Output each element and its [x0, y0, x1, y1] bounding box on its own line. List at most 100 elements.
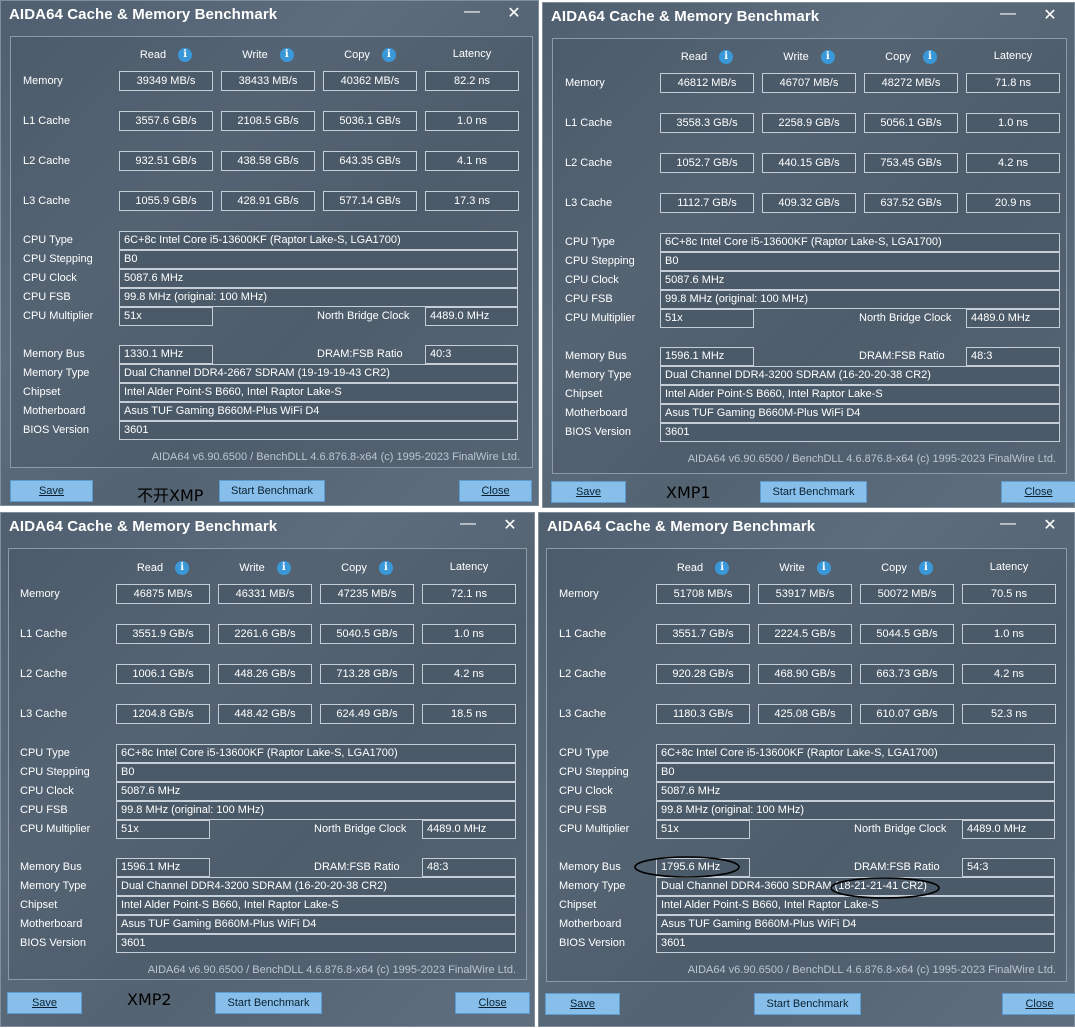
bios-version-value: 3601: [116, 934, 516, 953]
row-label-chipset: Chipset: [20, 899, 58, 911]
row-label-l1: L1 Cache: [23, 115, 71, 127]
info-icon[interactable]: i: [381, 48, 396, 62]
row-label-dram-fsb-ratio: DRAM:FSB Ratio: [314, 861, 400, 873]
copyright-footer: AIDA64 v6.90.6500 / BenchDLL 4.6.876.8-x…: [147, 964, 516, 976]
info-icon[interactable]: i: [918, 561, 933, 575]
save-button[interactable]: Save: [10, 480, 93, 502]
memory-bus-value: 1795.6 MHz: [656, 858, 750, 877]
close-icon[interactable]: ✕: [1036, 5, 1064, 27]
info-icon[interactable]: i: [719, 50, 734, 64]
dram-fsb-ratio-value: 54:3: [962, 858, 1055, 877]
row-label-bios-version: BIOS Version: [565, 426, 632, 438]
row-label-l1: L1 Cache: [559, 628, 607, 640]
memory-latency-value: 70.5 ns: [962, 584, 1056, 604]
l2-copy-value: 713.28 GB/s: [320, 664, 414, 684]
l2-latency-value: 4.1 ns: [425, 151, 519, 171]
start-benchmark-button[interactable]: Start Benchmark: [219, 480, 325, 502]
column-header-latency: Latency: [962, 561, 1056, 573]
l2-latency-value: 4.2 ns: [422, 664, 516, 684]
config-annotation: 不开XMP: [137, 486, 204, 505]
minimize-icon[interactable]: —: [458, 3, 486, 25]
close-button[interactable]: Close: [459, 480, 532, 502]
cpu-clock-value: 5087.6 MHz: [116, 782, 516, 801]
memory-read-value: 39349 MB/s: [119, 71, 213, 91]
l2-write-value: 438.58 GB/s: [221, 151, 315, 171]
row-label-dram-fsb-ratio: DRAM:FSB Ratio: [859, 350, 945, 362]
l2-read-value: 932.51 GB/s: [119, 151, 213, 171]
save-button[interactable]: Save: [545, 993, 620, 1015]
l3-read-value: 1112.7 GB/s: [660, 193, 754, 213]
row-label-cpu-stepping: CPU Stepping: [23, 253, 93, 265]
start-benchmark-button[interactable]: Start Benchmark: [760, 481, 867, 503]
row-label-cpu-type: CPU Type: [559, 747, 609, 759]
row-label-cpu-stepping: CPU Stepping: [565, 255, 635, 267]
row-label-cpu-type: CPU Type: [565, 236, 615, 248]
bios-version-value: 3601: [656, 934, 1055, 953]
north-bridge-clock-value: 4489.0 MHz: [962, 820, 1055, 839]
copyright-footer: AIDA64 v6.90.6500 / BenchDLL 4.6.876.8-x…: [151, 451, 520, 463]
close-button[interactable]: Close: [455, 992, 530, 1014]
save-button[interactable]: Save: [551, 481, 626, 503]
row-label-memory-bus: Memory Bus: [559, 861, 621, 873]
close-button[interactable]: Close: [1002, 993, 1075, 1015]
info-icon[interactable]: i: [922, 50, 937, 64]
close-icon[interactable]: ✕: [496, 515, 524, 537]
row-label-cpu-type: CPU Type: [20, 747, 70, 759]
info-icon[interactable]: i: [378, 561, 393, 575]
info-icon[interactable]: i: [175, 561, 190, 575]
cpu-stepping-value: B0: [116, 763, 516, 782]
info-icon[interactable]: i: [276, 561, 291, 575]
memory-latency-value: 82.2 ns: [425, 71, 519, 91]
l1-write-value: 2261.6 GB/s: [218, 624, 312, 644]
row-label-l2: L2 Cache: [20, 668, 68, 680]
column-header-read: Read i: [656, 561, 750, 575]
north-bridge-clock-value: 4489.0 MHz: [966, 309, 1060, 328]
row-label-memory-bus: Memory Bus: [565, 350, 627, 362]
cpu-fsb-value: 99.8 MHz (original: 100 MHz): [119, 288, 518, 307]
info-icon[interactable]: i: [279, 48, 294, 62]
info-icon[interactable]: i: [820, 50, 835, 64]
info-icon[interactable]: i: [178, 48, 193, 62]
cpu-clock-value: 5087.6 MHz: [660, 271, 1060, 290]
close-button[interactable]: Close: [1001, 481, 1075, 503]
l3-read-value: 1204.8 GB/s: [116, 704, 210, 724]
column-header-write: Write i: [221, 48, 315, 62]
benchmark-window: AIDA64 Cache & Memory Benchmark — ✕ Read i Wr…: [0, 0, 539, 506]
chipset-value: Intel Alder Point-S B660, Intel Raptor L…: [660, 385, 1060, 404]
motherboard-value: Asus TUF Gaming B660M-Plus WiFi D4: [116, 915, 516, 934]
start-benchmark-button[interactable]: Start Benchmark: [215, 992, 322, 1014]
memory-write-value: 38433 MB/s: [221, 71, 315, 91]
l2-latency-value: 4.2 ns: [962, 664, 1056, 684]
l3-read-value: 1180.3 GB/s: [656, 704, 750, 724]
minimize-icon[interactable]: —: [994, 5, 1022, 27]
l1-latency-value: 1.0 ns: [422, 624, 516, 644]
memory-write-value: 46707 MB/s: [762, 73, 856, 93]
info-icon[interactable]: i: [816, 561, 831, 575]
minimize-icon[interactable]: —: [994, 515, 1022, 537]
column-header-copy: Copy i: [864, 50, 958, 64]
l3-write-value: 409.32 GB/s: [762, 193, 856, 213]
column-header-label: Read: [680, 50, 708, 63]
close-icon[interactable]: ✕: [1036, 515, 1064, 537]
l1-write-value: 2108.5 GB/s: [221, 111, 315, 131]
row-label-cpu-multiplier: CPU Multiplier: [565, 312, 636, 324]
cpu-fsb-value: 99.8 MHz (original: 100 MHz): [116, 801, 516, 820]
row-label-dram-fsb-ratio: DRAM:FSB Ratio: [854, 861, 940, 873]
row-label-north-bridge-clock: North Bridge Clock: [854, 823, 947, 835]
l1-read-value: 3558.3 GB/s: [660, 113, 754, 133]
l1-latency-value: 1.0 ns: [966, 113, 1060, 133]
column-header-copy: Copy i: [860, 561, 954, 575]
row-label-cpu-fsb: CPU FSB: [565, 293, 613, 305]
start-benchmark-label: Start Benchmark: [231, 485, 313, 497]
start-benchmark-button[interactable]: Start Benchmark: [754, 993, 861, 1015]
minimize-icon[interactable]: —: [454, 515, 482, 537]
close-icon[interactable]: ✕: [500, 3, 528, 25]
l2-read-value: 920.28 GB/s: [656, 664, 750, 684]
save-button[interactable]: Save: [7, 992, 82, 1014]
info-icon[interactable]: i: [715, 561, 730, 575]
row-label-memory-type: Memory Type: [565, 369, 632, 381]
memory-bus-value: 1596.1 MHz: [660, 347, 754, 366]
row-label-memory-type: Memory Type: [559, 880, 626, 892]
dram-fsb-ratio-value: 40:3: [425, 345, 518, 364]
column-header-label: Read: [136, 561, 164, 574]
